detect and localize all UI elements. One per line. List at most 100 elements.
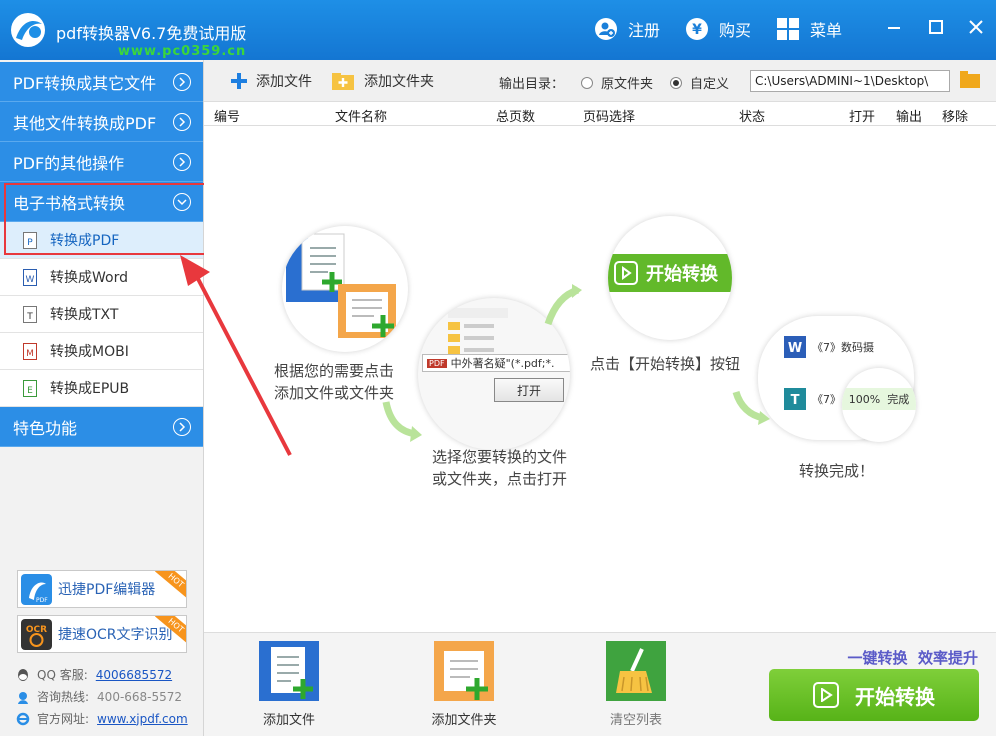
sidebar-category-pdf-to-other[interactable]: PDF转换成其它文件 <box>0 62 203 102</box>
close-icon <box>969 20 983 34</box>
chevron-right-icon <box>173 153 191 171</box>
step2-text: 选择您要转换的文件 或文件夹，点击打开 <box>432 448 568 488</box>
start-badge-label: 开始转换 <box>646 264 718 285</box>
radio-original-folder[interactable]: 原文件夹 <box>581 73 653 92</box>
chevron-right-icon <box>173 73 191 91</box>
site-link[interactable]: www.xjpdf.com <box>97 712 188 726</box>
bottom-add-file-button[interactable]: 添加文件 <box>234 641 344 728</box>
broom-icon <box>606 641 666 701</box>
sidebar-item-label: 转换成TXT <box>50 307 119 323</box>
title-bar: pdf转换器V6.7免费试用版 www.pc0359.cn 注册 ¥ 购买 菜单 <box>0 0 996 60</box>
col-index: 编号 <box>214 110 241 125</box>
maximize-button[interactable] <box>925 16 947 38</box>
output-path-input[interactable] <box>750 70 950 92</box>
word-doc-icon: W <box>784 336 806 358</box>
pdf-editor-logo-icon: PDF <box>21 574 52 605</box>
minimize-icon <box>888 27 900 29</box>
close-button[interactable] <box>965 16 987 38</box>
file-list-header: 编号 文件名称 总页数 页码选择 状态 打开 输出 移除 <box>204 102 996 126</box>
add-file-label: 添加文件 <box>256 74 312 90</box>
add-file-button[interactable]: 添加文件 <box>230 71 312 91</box>
category-label: PDF转换成其它文件 <box>13 73 157 93</box>
hot-badge: HOT <box>154 571 186 600</box>
promo-label: 迅捷PDF编辑器 <box>58 582 156 598</box>
progress-bubble: 100% 完成 <box>842 368 916 442</box>
promo-label: 捷速OCR文字识别 <box>58 627 173 643</box>
radio-circle-checked <box>670 76 682 89</box>
menu-button[interactable]: 菜单 <box>776 15 842 43</box>
dialog-filename-field: PDF 中外著名疑"(*.pdf;*. <box>422 354 570 372</box>
add-folder-large-icon <box>434 641 494 701</box>
chevron-right-icon <box>173 418 191 436</box>
col-page-select: 页码选择 <box>583 110 636 125</box>
maximize-icon <box>929 20 943 34</box>
slogan-text: 一键转换 效率提升 <box>847 649 978 667</box>
sidebar-item-to-txt[interactable]: T 转换成TXT <box>0 296 203 333</box>
minimize-button[interactable] <box>883 16 905 38</box>
bottom-add-folder-label: 添加文件夹 <box>431 713 497 728</box>
col-pages: 总页数 <box>496 110 536 125</box>
sidebar: PDF转换成其它文件 其他文件转换成PDF PDF的其他操作 电子书格式转换 P… <box>0 60 204 736</box>
progress-row: 100% 完成 <box>842 388 916 410</box>
sidebar-category-other-to-pdf[interactable]: 其他文件转换成PDF <box>0 102 203 142</box>
sidebar-category-pdf-other-ops[interactable]: PDF的其他操作 <box>0 142 203 182</box>
pdf-badge-icon: PDF <box>427 358 447 368</box>
promo-ocr[interactable]: OCR 捷速OCR文字识别 HOT <box>17 615 187 653</box>
buy-button[interactable]: ¥ 购买 <box>685 15 751 43</box>
svg-text:T: T <box>791 393 800 408</box>
bottom-clear-list-label: 清空列表 <box>609 713 662 728</box>
sidebar-item-to-word[interactable]: W 转换成Word <box>0 259 203 296</box>
category-label: 其他文件转换成PDF <box>13 113 157 133</box>
highlight-box <box>4 183 234 255</box>
doc2-name: 《7》 <box>812 393 841 406</box>
contact-site: 官方网址: www.xjpdf.com <box>16 710 188 727</box>
contact-hotline: 咨询热线: 400-668-5572 <box>16 688 182 705</box>
step3-text: 点击【开始转换】按钮 <box>590 355 741 373</box>
col-remove: 移除 <box>942 110 969 125</box>
step1-illustration <box>282 226 408 352</box>
start-convert-label: 开始转换 <box>855 684 935 709</box>
toolbar: 添加文件 添加文件夹 输出目录： 原文件夹 自定义 <box>204 60 996 102</box>
converted-doc-1: W 《7》数码摄 <box>784 336 874 358</box>
start-badge: 开始转换 <box>608 254 732 292</box>
add-folder-button[interactable]: 添加文件夹 <box>332 71 434 91</box>
promo-pdf-editor[interactable]: PDF 迅捷PDF编辑器 HOT <box>17 570 187 608</box>
output-dir-label: 输出目录： <box>499 77 565 92</box>
menu-label: 菜单 <box>810 21 843 40</box>
radio-custom[interactable]: 自定义 <box>670 73 729 92</box>
sidebar-item-label: 转换成EPUB <box>50 381 130 397</box>
txt-file-icon: T <box>23 306 37 323</box>
bottom-clear-list-button[interactable]: 清空列表 <box>581 641 691 728</box>
qq-link[interactable]: 4006685572 <box>96 668 172 682</box>
step2-illustration: PDF 中外著名疑"(*.pdf;*. 打开 <box>418 298 570 450</box>
sidebar-item-to-epub[interactable]: E 转换成EPUB <box>0 370 203 407</box>
sidebar-item-label: 转换成MOBI <box>50 344 129 360</box>
word-file-icon: W <box>23 269 37 286</box>
step3-illustration: 开始转换 <box>608 216 732 340</box>
app-title: pdf转换器V6.7免费试用版 <box>56 24 247 43</box>
epub-file-icon: E <box>23 380 37 397</box>
bottom-bar: 添加文件 添加文件夹 清空列表 一键转换 效率提升 开始转换 <box>204 632 996 736</box>
step4-text: 转换完成！ <box>799 462 875 480</box>
sidebar-item-to-mobi[interactable]: M 转换成MOBI <box>0 333 203 370</box>
start-convert-button[interactable]: 开始转换 <box>769 669 979 721</box>
qq-label: QQ 客服: <box>37 668 88 682</box>
watermark: www.pc0359.cn <box>118 44 247 59</box>
browse-folder-icon[interactable] <box>960 71 980 88</box>
add-file-large-icon <box>259 641 319 701</box>
ocr-logo-icon: OCR <box>21 619 52 650</box>
bottom-add-file-label: 添加文件 <box>262 713 315 728</box>
register-button[interactable]: 注册 <box>594 15 660 43</box>
hotline-value: 400-668-5572 <box>97 689 183 704</box>
register-label: 注册 <box>628 21 661 40</box>
add-folder-label: 添加文件夹 <box>364 74 434 90</box>
qq-icon <box>16 668 30 682</box>
contact-qq: QQ 客服: 4006685572 <box>16 666 172 683</box>
bottom-add-folder-button[interactable]: 添加文件夹 <box>409 641 519 728</box>
user-add-icon <box>594 17 618 41</box>
col-output: 输出 <box>896 110 923 125</box>
sidebar-category-special[interactable]: 特色功能 <box>0 407 203 447</box>
ie-browser-icon <box>16 712 30 726</box>
radio-circle <box>581 76 593 89</box>
buy-label: 购买 <box>719 21 752 40</box>
